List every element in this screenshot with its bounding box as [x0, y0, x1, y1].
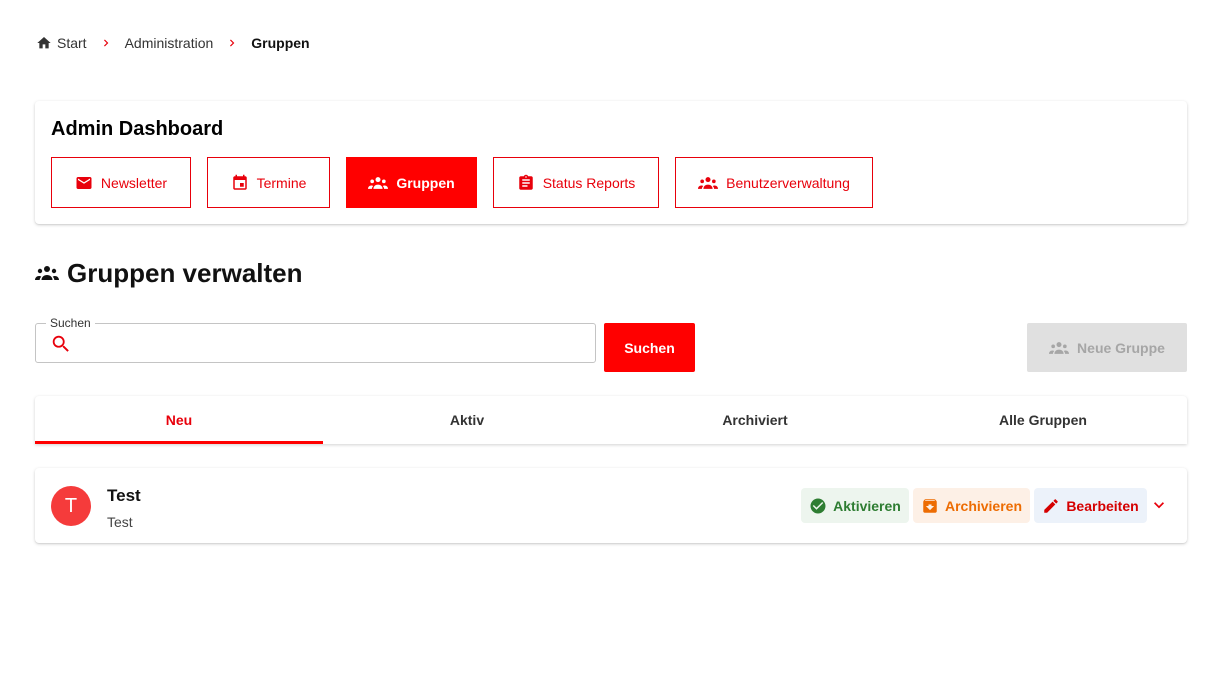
edit-button[interactable]: Bearbeiten: [1034, 488, 1147, 523]
activate-label: Aktivieren: [833, 497, 901, 514]
tab-aktiv[interactable]: Aktiv: [323, 396, 611, 444]
groups-icon: [35, 265, 59, 281]
group-status-tabs: Neu Aktiv Archiviert Alle Gruppen: [35, 396, 1187, 444]
group-list-item: T Test Test Aktivieren Archivieren Bearb…: [35, 468, 1187, 543]
mail-icon: [75, 174, 93, 192]
archive-label: Archivieren: [944, 497, 1023, 514]
archive-button[interactable]: Archivieren: [913, 488, 1030, 523]
chevron-right-icon: [99, 36, 113, 50]
edit-label: Bearbeiten: [1066, 497, 1139, 514]
archive-icon: [921, 497, 939, 515]
search-label: Suchen: [46, 316, 95, 330]
breadcrumb-administration-link[interactable]: Administration: [125, 35, 214, 51]
new-group-label: Neue Gruppe: [1077, 339, 1165, 356]
chevron-down-icon[interactable]: [1149, 495, 1169, 515]
groups-icon: [698, 176, 719, 190]
breadcrumb: Start Administration Gruppen: [36, 33, 310, 53]
nav-benutzerverwaltung-label: Benutzerverwaltung: [726, 174, 850, 191]
group-description: Test: [107, 514, 133, 530]
breadcrumb-home-label: Start: [57, 35, 87, 51]
groups-icon: [1049, 341, 1070, 355]
activate-button[interactable]: Aktivieren: [801, 488, 909, 523]
search-input[interactable]: [84, 330, 584, 356]
groups-icon: [368, 176, 389, 190]
chevron-right-icon: [225, 36, 239, 50]
nav-newsletter-label: Newsletter: [100, 174, 168, 191]
nav-gruppen-label: Gruppen: [396, 174, 455, 191]
tab-archiviert[interactable]: Archiviert: [611, 396, 899, 444]
dashboard-title: Admin Dashboard: [51, 118, 224, 140]
check-circle-icon: [809, 497, 827, 515]
group-name: Test: [107, 486, 141, 505]
breadcrumb-current: Gruppen: [251, 35, 310, 51]
breadcrumb-home-link[interactable]: Start: [36, 35, 87, 51]
search-field[interactable]: Suchen: [35, 316, 596, 363]
nav-status-reports-button[interactable]: Status Reports: [493, 157, 659, 208]
nav-termine-button[interactable]: Termine: [207, 157, 330, 208]
tab-neu[interactable]: Neu: [35, 396, 323, 444]
search-button[interactable]: Suchen: [604, 323, 695, 372]
page-heading: Gruppen verwalten: [35, 257, 303, 289]
calendar-icon: [231, 174, 249, 192]
nav-termine-label: Termine: [256, 174, 307, 191]
home-icon: [36, 35, 52, 51]
tab-alle-gruppen[interactable]: Alle Gruppen: [899, 396, 1187, 444]
avatar: T: [51, 486, 91, 526]
page-title: Gruppen verwalten: [67, 257, 303, 288]
nav-status-reports-label: Status Reports: [542, 174, 636, 191]
nav-newsletter-button[interactable]: Newsletter: [51, 157, 191, 208]
pencil-icon: [1042, 497, 1060, 515]
nav-benutzerverwaltung-button[interactable]: Benutzerverwaltung: [675, 157, 873, 208]
search-icon: [50, 333, 72, 355]
nav-gruppen-button[interactable]: Gruppen: [346, 157, 477, 208]
clipboard-icon: [517, 174, 535, 192]
admin-dashboard-card: Admin Dashboard Newsletter Termine Grupp…: [35, 101, 1187, 224]
new-group-button[interactable]: Neue Gruppe: [1027, 323, 1187, 372]
